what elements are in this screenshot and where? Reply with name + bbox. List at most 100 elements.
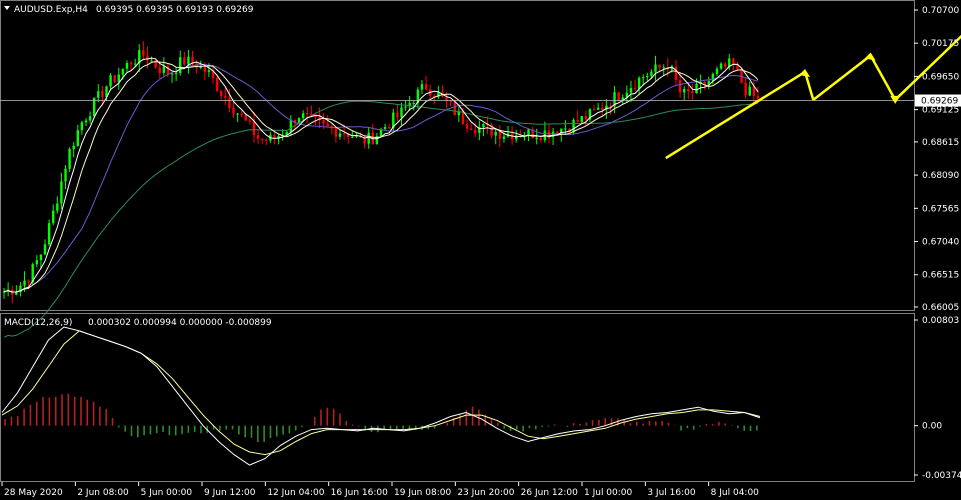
candle-body xyxy=(244,114,247,121)
dropdown-triangle-icon[interactable] xyxy=(4,6,10,10)
candle-body xyxy=(646,75,649,78)
candle-body xyxy=(220,91,223,96)
candle-body xyxy=(113,75,116,82)
candle-body xyxy=(576,119,579,123)
macd-tick-label: -0.003749 xyxy=(922,471,961,481)
trading-chart[interactable]: 0.70700 0.70175 0.69650 0.69125 0.68615 0.680… xyxy=(0,0,961,500)
candle-body xyxy=(252,121,256,136)
ohlc-values: 0.69395 0.69395 0.69193 0.69269 xyxy=(96,5,254,15)
symbol-label: AUDUSD.Exp,H4 xyxy=(14,5,88,15)
candle-body xyxy=(207,70,211,72)
candle-body xyxy=(47,223,51,245)
time-tick-label: 23 Jun 20:00 xyxy=(457,488,514,498)
candle-body xyxy=(342,133,346,135)
candle-body xyxy=(719,63,723,69)
candle-body xyxy=(68,148,71,169)
price-tick-label: 0.66515 xyxy=(922,271,959,281)
macd-pane[interactable] xyxy=(1,326,761,466)
candle-body xyxy=(674,66,678,81)
candle-body xyxy=(109,75,112,87)
macd-axis: 0.00803 0.00 -0.003749 xyxy=(914,316,961,481)
candle-body xyxy=(580,116,583,123)
candle-body xyxy=(469,128,473,131)
time-tick-label: 26 Jun 12:00 xyxy=(521,488,578,498)
candle-body xyxy=(228,97,231,108)
candle-body xyxy=(564,128,567,130)
candle-body xyxy=(27,280,30,283)
candle-body xyxy=(121,68,125,75)
time-tick-label: 2 Jun 08:00 xyxy=(77,488,129,498)
candle-body xyxy=(584,116,588,120)
time-tick-label: 5 Jun 00:00 xyxy=(141,488,193,498)
macd-values: 0.000302 0.000994 0.000000 -0.000899 xyxy=(88,318,272,328)
candle-body xyxy=(502,136,506,139)
candle-body xyxy=(52,210,55,224)
candle-body xyxy=(387,126,391,129)
macd-pane-border xyxy=(0,313,915,482)
candle-body xyxy=(187,56,190,65)
time-tick-label: 9 Jun 12:00 xyxy=(204,488,256,498)
candle-body xyxy=(683,89,686,93)
candle-body xyxy=(642,77,645,79)
candle-body xyxy=(23,280,26,286)
candle-body xyxy=(654,64,657,72)
candle-body xyxy=(752,86,756,97)
time-tick-label: 16 Jun 16:00 xyxy=(331,488,388,498)
candle-body xyxy=(334,128,338,137)
candle-body xyxy=(72,145,75,149)
candle-body xyxy=(711,73,715,81)
candle-body xyxy=(60,181,63,204)
candle-body xyxy=(142,50,145,56)
candle-body xyxy=(723,63,727,67)
candle-body xyxy=(125,63,129,69)
candle-body xyxy=(637,77,641,89)
macd-label: MACD(12,26,9) xyxy=(4,318,72,328)
candle-body xyxy=(97,91,100,98)
current-price-label: 0.69269 xyxy=(921,97,958,107)
candle-body xyxy=(601,107,604,110)
candle-body xyxy=(64,168,67,182)
candle-body xyxy=(265,139,268,141)
candle-body xyxy=(535,138,538,140)
candle-body xyxy=(592,109,596,111)
candle-body xyxy=(732,58,735,64)
trend-arrow-segment xyxy=(812,54,872,101)
trend-arrow-segment xyxy=(665,70,806,160)
time-tick-label: 28 May 2020 xyxy=(4,488,63,498)
candle-body xyxy=(351,136,354,138)
candle-body xyxy=(633,88,637,90)
candle-body xyxy=(43,244,47,255)
price-pane[interactable] xyxy=(0,9,961,338)
candle-body xyxy=(412,102,415,104)
candle-body xyxy=(88,116,92,121)
candle-body xyxy=(695,83,698,94)
price-tick-label: 0.66005 xyxy=(922,303,959,313)
candle-body xyxy=(236,113,239,115)
price-pane-border xyxy=(0,0,915,311)
candle-body xyxy=(158,67,161,73)
macd-main-line xyxy=(1,326,761,466)
candle-body xyxy=(84,120,88,123)
candle-body xyxy=(248,120,252,122)
candle-body xyxy=(453,102,456,116)
candle-body xyxy=(383,126,387,129)
candle-body xyxy=(117,74,120,82)
candle-body xyxy=(170,73,174,75)
candle-body xyxy=(449,101,452,103)
candle-body xyxy=(35,260,39,265)
trend-arrow-segment xyxy=(894,34,961,101)
candle-body xyxy=(183,57,186,65)
ma-mid-line xyxy=(3,61,759,293)
price-tick-label: 0.70175 xyxy=(922,39,959,49)
candle-body xyxy=(80,122,84,131)
candle-body xyxy=(494,131,497,136)
candle-body xyxy=(658,64,661,68)
candle-body xyxy=(498,131,502,139)
candle-body xyxy=(338,133,342,137)
price-tick-label: 0.69125 xyxy=(922,106,959,116)
candle-body xyxy=(715,68,719,74)
time-tick-label: 12 Jun 04:00 xyxy=(267,488,324,498)
candle-body xyxy=(215,77,219,92)
arrow-head-icon xyxy=(890,95,901,104)
candle-body xyxy=(596,107,600,110)
